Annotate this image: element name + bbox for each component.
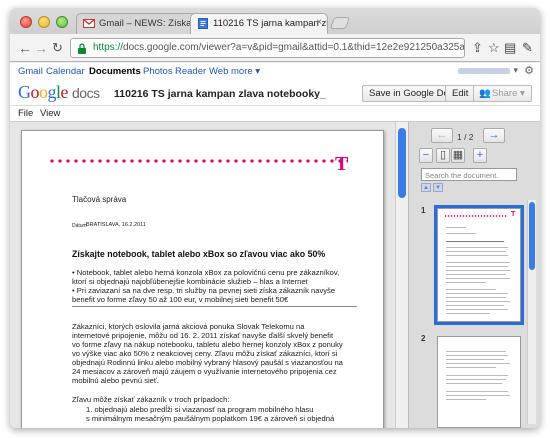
doc-paragraph-line: mobilnú alebo pevnú sieť. (72, 376, 159, 385)
bookmark-star-icon[interactable]: ☆ (488, 41, 500, 55)
search-next-button[interactable]: ▼ (433, 183, 443, 192)
viewer-scroll-thumb[interactable] (398, 128, 406, 198)
page-thumbnail-2[interactable] (437, 336, 521, 428)
gear-icon[interactable]: ⚙ (524, 64, 534, 77)
reload-icon[interactable]: ↻ (52, 40, 63, 56)
search-document-input[interactable] (421, 168, 517, 181)
thumbnail-number: 2 (421, 334, 426, 343)
gbar-link-web[interactable]: Web (209, 66, 228, 77)
page-menu-icon[interactable]: ▤ (504, 41, 516, 55)
page-navigator-panel: ← 1 / 2 → − ▯ ▦ + ▲ ▼ 1 T (408, 122, 540, 428)
lock-icon (78, 43, 86, 54)
viewer-scrollbar[interactable] (395, 122, 408, 428)
gbar-link-documents[interactable]: Documents (89, 66, 141, 77)
doc-paragraph-line: 24 mesiacov a zároveň majú záujem o využ… (72, 367, 337, 376)
doc-label: Tlačová správa (72, 195, 127, 204)
doc-case-line: s minimálnym mesačným paušálnym poplatko… (86, 414, 335, 423)
address-bar[interactable]: https://docs.google.com/viewer?a=v&pid=g… (70, 38, 465, 58)
doc-divider (72, 306, 357, 307)
doc-paragraph-line: Zákazníci, ktorých oslovila jarná akciov… (72, 322, 305, 331)
doc-paragraph-line: vo forme zľavy na nákup notebooku, table… (72, 340, 343, 349)
account-email[interactable] (458, 68, 510, 74)
url-scheme: https:// (93, 42, 124, 53)
doc-bullet-line: • Pri zaviazaní sa na dve resp. tri služ… (72, 286, 336, 295)
edit-button[interactable]: Edit (445, 85, 476, 102)
close-icon[interactable]: × (316, 17, 322, 28)
logo-docs: docs (72, 85, 100, 101)
menu-view[interactable]: View (40, 108, 60, 119)
wrench-icon[interactable]: ✎ (522, 41, 533, 55)
thumbnail-scroll-thumb[interactable] (529, 202, 535, 270)
zoom-out-button[interactable]: − (419, 148, 433, 163)
google-docs-icon (198, 18, 208, 29)
telekom-logo: T (335, 153, 349, 175)
gbar-link-gmail[interactable]: Gmail (18, 66, 43, 77)
chevron-down-icon[interactable]: ▾ (513, 65, 518, 76)
document-title: 110216 TS jarna kampan zlava notebooky_ (114, 88, 326, 100)
share-button-label: Share ▾ (492, 88, 525, 99)
thumbnail-number: 1 (421, 206, 426, 215)
doc-bullet-line: benefit vo forme zľavy 50 až 100 eur, v … (72, 295, 289, 304)
minimize-window-button[interactable] (38, 16, 50, 28)
docs-header: Google docs 110216 TS jarna kampan zlava … (10, 80, 540, 106)
grid-view-icon[interactable]: ▦ (451, 148, 465, 163)
gbar-link-calendar[interactable]: Calendar (46, 66, 85, 77)
close-window-button[interactable] (20, 16, 32, 28)
people-icon: 👥 (479, 88, 491, 99)
thumbnail-dotted-line (444, 215, 508, 217)
menu-bar: File View (10, 106, 540, 122)
zoom-in-button[interactable]: + (473, 148, 487, 163)
page-thumbnail-1[interactable]: T (434, 205, 524, 325)
doc-heading: Získajte notebook, tablet alebo xBox so … (72, 249, 326, 259)
next-page-button[interactable]: → (483, 128, 505, 143)
document-viewer[interactable]: T Tlačová správa Dátum BRATISLAVA, 16.2.… (10, 122, 395, 428)
doc-paragraph-line: objednajú Rodinnú linku alebo mobilný vy… (72, 358, 343, 367)
doc-date-value: BRATISLAVA, 16.2.2011 (86, 222, 146, 228)
tab-docs[interactable]: 110216 TS jarna kampan zla × (190, 13, 328, 34)
search-previous-button[interactable]: ▲ (421, 183, 431, 192)
logo-google: Google (18, 82, 69, 102)
menu-file[interactable]: File (18, 108, 33, 119)
tab-docs-label: 110216 TS jarna kampan zla (213, 18, 328, 29)
thumbnail-logo: T (511, 211, 516, 218)
doc-date-label: Dátum (72, 223, 87, 229)
previous-page-button[interactable]: ← (431, 128, 453, 143)
single-page-view-icon[interactable]: ▯ (436, 148, 450, 163)
share-button[interactable]: 👥 Share ▾ (473, 85, 532, 102)
url-text: docs.google.com/viewer?a=v&pid=gmail&att… (123, 42, 465, 53)
doc-paragraph-line: internetové pripojenie, môžu od 16. 2. 2… (72, 331, 334, 340)
new-tab-button[interactable] (329, 17, 351, 29)
telekom-dotted-line (48, 159, 348, 163)
zoom-window-button[interactable] (56, 16, 68, 28)
doc-bullet-line: • Notebook, tablet alebo herná konzola x… (72, 268, 340, 277)
gbar-link-more[interactable]: more ▾ (231, 66, 260, 77)
forward-arrow-icon[interactable]: → (34, 40, 48, 56)
doc-cases-intro: Zľavu môže získať zákazník v troch prípa… (72, 395, 230, 404)
google-bar: Gmail Calendar Documents Photos Reader W… (10, 63, 540, 80)
google-docs-logo[interactable]: Google docs (18, 82, 100, 103)
document-page: T Tlačová správa Dátum BRATISLAVA, 16.2.… (21, 130, 384, 428)
doc-bullet-line: ktorí si objednajú najobľúbenejšie kombi… (72, 277, 308, 286)
gmail-icon (83, 18, 95, 28)
gbar-link-photos[interactable]: Photos (143, 66, 173, 77)
back-arrow-icon[interactable]: ← (18, 40, 32, 56)
gbar-link-reader[interactable]: Reader (175, 66, 206, 77)
thumbnail-scrollbar[interactable] (527, 200, 536, 424)
tab-gmail[interactable]: Gmail – NEWS: Získajte note × (76, 13, 206, 34)
tab-strip: Gmail – NEWS: Získajte note × 110216 TS … (10, 8, 540, 34)
page-count: 1 / 2 (457, 132, 474, 142)
browser-toolbar: ← → ↻ https://docs.google.com/viewer?a=v… (10, 34, 540, 62)
doc-case-line: 1. objednajú alebo predĺži si viazanosť … (86, 405, 314, 414)
browser-window: Gmail – NEWS: Získajte note × 110216 TS … (10, 8, 540, 428)
doc-paragraph-line: vo výške viac ako 50% z neakciovej ceny.… (72, 349, 338, 358)
share-page-icon[interactable]: ⇪ (472, 41, 483, 55)
